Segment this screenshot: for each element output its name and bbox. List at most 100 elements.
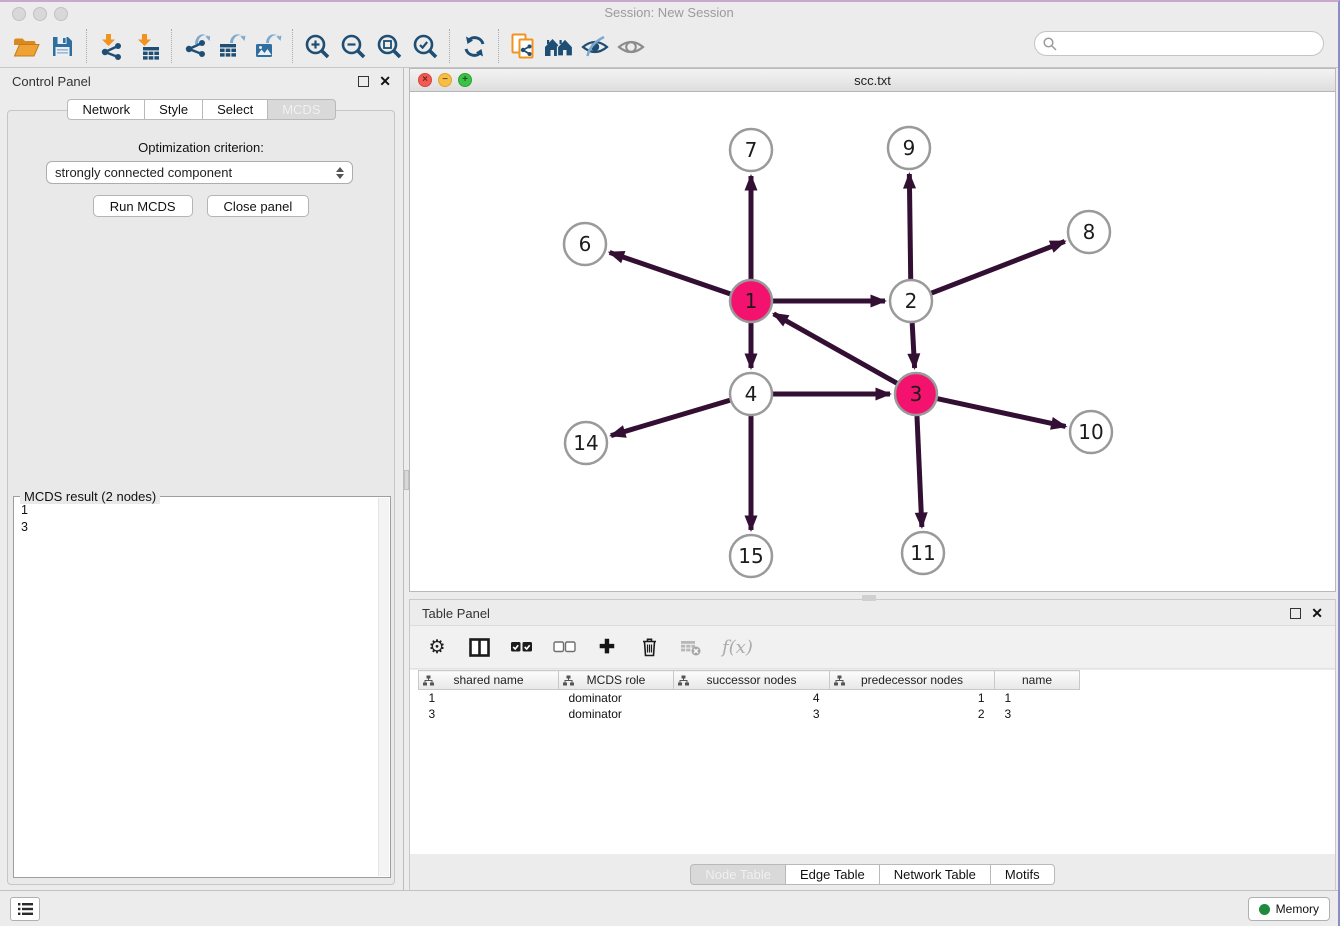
table-row[interactable]: 3dominator323 [419, 706, 1080, 722]
save-session-button[interactable] [44, 28, 80, 64]
zoom-out-button[interactable] [335, 28, 371, 64]
deselect-all-columns-button[interactable] [553, 640, 576, 654]
column-type-icon [678, 675, 689, 686]
toolbar-separator [171, 29, 172, 63]
table-cell[interactable]: 1 [995, 690, 1080, 706]
network-window-titlebar[interactable]: × − + scc.txt [410, 69, 1335, 92]
tab-mcds[interactable]: MCDS [267, 99, 335, 120]
result-scrollbar[interactable] [378, 498, 389, 876]
table-cell[interactable]: 3 [674, 706, 830, 722]
select-all-columns-button[interactable] [510, 640, 533, 654]
zoom-fit-button[interactable] [371, 28, 407, 64]
tab-network[interactable]: Network [67, 99, 144, 120]
export-network-button[interactable] [178, 28, 214, 64]
table-row[interactable]: 1dominator411 [419, 690, 1080, 706]
tab-edge-table[interactable]: Edge Table [785, 864, 879, 885]
delete-table-button[interactable] [680, 639, 702, 656]
control-panel-title: Control Panel [12, 74, 91, 89]
column-header-MCDS-role[interactable]: MCDS role [559, 671, 674, 690]
edge-2-9[interactable] [909, 174, 910, 279]
zoom-in-button[interactable] [299, 28, 335, 64]
column-header-name[interactable]: name [995, 671, 1080, 690]
export-table-button[interactable] [214, 28, 250, 64]
table-panel-header: Table Panel ✕ [410, 600, 1335, 628]
memory-button[interactable]: Memory [1248, 897, 1330, 921]
table-cell[interactable]: dominator [559, 690, 674, 706]
export-network-icon [183, 33, 210, 60]
function-builder-button[interactable]: f(x) [722, 637, 753, 658]
float-table-panel-icon[interactable] [1290, 608, 1301, 619]
mcds-result-group: MCDS result (2 nodes) 1 3 [13, 496, 391, 878]
apply-layout-button[interactable] [456, 28, 492, 64]
new-network-from-selection-icon [511, 33, 536, 60]
tab-style[interactable]: Style [144, 99, 202, 120]
criterion-dropdown[interactable]: strongly connected component [46, 161, 353, 184]
save-floppy-icon [51, 35, 74, 58]
mcds-result-list[interactable]: 1 3 [21, 502, 374, 873]
column-header-shared-name[interactable]: shared name [419, 671, 559, 690]
trash-icon [641, 637, 658, 657]
network-graph[interactable]: 7968124314101511 [410, 92, 1335, 591]
search-box[interactable] [1034, 31, 1324, 56]
table-cell[interactable]: 1 [830, 690, 995, 706]
float-panel-icon[interactable] [358, 76, 369, 87]
new-network-from-selection-button[interactable] [505, 28, 541, 64]
main-toolbar [0, 25, 1338, 68]
edge-3-1[interactable] [774, 314, 897, 383]
unchecked-boxes-icon [553, 640, 576, 654]
open-session-button[interactable] [8, 28, 44, 64]
column-browser-icon [469, 638, 490, 657]
edge-1-6[interactable] [610, 252, 731, 293]
houses-icon [544, 35, 574, 58]
hide-selected-button[interactable] [577, 28, 613, 64]
import-network-button[interactable] [93, 28, 129, 64]
tab-network-table[interactable]: Network Table [879, 864, 990, 885]
zoom-selected-button[interactable] [407, 28, 443, 64]
horizontal-splitter-grip[interactable] [862, 595, 876, 601]
table-settings-button[interactable]: ⚙ [426, 636, 448, 659]
column-type-icon [834, 675, 845, 686]
network-window-title: scc.txt [410, 73, 1335, 88]
column-browser-button[interactable] [468, 638, 490, 657]
column-header-successor-nodes[interactable]: successor nodes [674, 671, 830, 690]
show-all-button[interactable] [613, 28, 649, 64]
edge-2-8[interactable] [932, 241, 1065, 293]
table-panel-title: Table Panel [422, 606, 490, 621]
close-panel-button[interactable]: Close panel [207, 195, 310, 217]
table-cell[interactable]: 4 [674, 690, 830, 706]
edge-3-11[interactable] [917, 416, 922, 527]
export-image-button[interactable] [250, 28, 286, 64]
node-label-8: 8 [1083, 220, 1096, 244]
show-panels-button[interactable] [10, 897, 40, 921]
search-input[interactable] [1062, 36, 1315, 51]
close-table-panel-icon[interactable]: ✕ [1311, 605, 1323, 622]
tab-node-table[interactable]: Node Table [690, 864, 785, 885]
edge-3-10[interactable] [937, 399, 1065, 427]
zoom-out-icon [340, 33, 367, 60]
node-table[interactable]: shared nameMCDS rolesuccessor nodesprede… [418, 670, 1080, 722]
tab-motifs[interactable]: Motifs [990, 864, 1055, 885]
first-neighbors-button[interactable] [541, 28, 577, 64]
node-label-2: 2 [905, 289, 918, 313]
column-header-predecessor-nodes[interactable]: predecessor nodes [830, 671, 995, 690]
close-panel-icon[interactable]: ✕ [379, 73, 391, 90]
status-bar: Memory [0, 890, 1338, 926]
table-cell[interactable]: 2 [830, 706, 995, 722]
edge-4-14[interactable] [611, 400, 730, 435]
node-label-10: 10 [1078, 420, 1103, 444]
delete-column-button[interactable] [638, 637, 660, 657]
table-header-row[interactable]: shared nameMCDS rolesuccessor nodesprede… [419, 671, 1080, 690]
table-cell[interactable]: 3 [995, 706, 1080, 722]
run-mcds-button[interactable]: Run MCDS [93, 195, 193, 217]
tab-select[interactable]: Select [202, 99, 267, 120]
network-canvas[interactable]: 7968124314101511 [410, 92, 1335, 591]
table-cell[interactable]: 1 [419, 690, 559, 706]
toolbar-separator [498, 29, 499, 63]
create-column-button[interactable]: ✚ [596, 636, 618, 659]
import-table-button[interactable] [129, 28, 165, 64]
titlebar: Session: New Session [0, 2, 1338, 25]
table-cell[interactable]: dominator [559, 706, 674, 722]
edge-2-3[interactable] [912, 323, 914, 368]
table-cell[interactable]: 3 [419, 706, 559, 722]
list-icon [17, 902, 34, 916]
